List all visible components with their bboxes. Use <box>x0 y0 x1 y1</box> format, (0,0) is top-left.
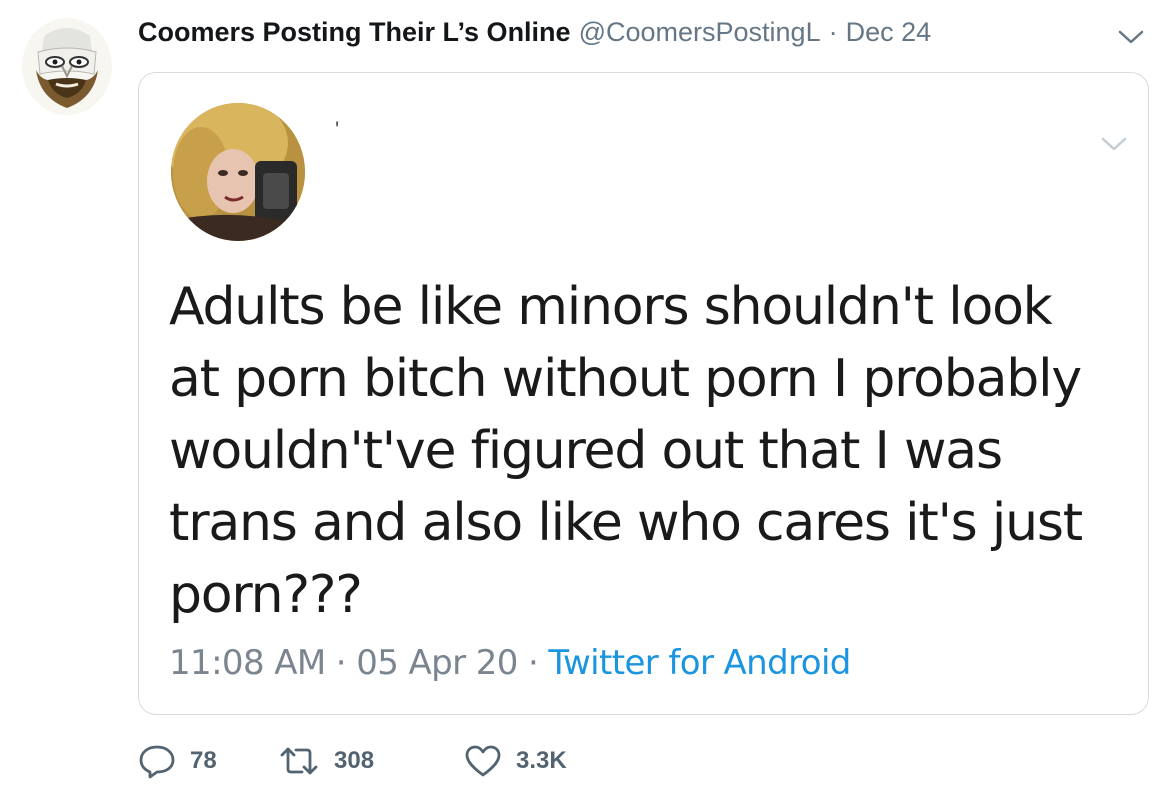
chevron-down-icon <box>1118 30 1144 44</box>
quoted-tweet-time: 11:08 AM <box>169 643 326 683</box>
meta-separator: · <box>325 643 357 683</box>
tweet-header: Coomers Posting Their L’s Online @Coomer… <box>138 12 931 52</box>
quoted-tweet-date: 05 Apr 20 <box>356 643 518 683</box>
quoted-tweet-meta: 11:08 AM · 05 Apr 20 · Twitter for Andro… <box>169 643 851 683</box>
reply-count: 78 <box>190 747 217 774</box>
author-handle[interactable]: @CoomersPostingL <box>579 17 821 48</box>
header-separator: · <box>828 16 838 47</box>
like-button[interactable]: 3.3K <box>464 743 567 779</box>
tweet-actions: 78 308 3.3K <box>138 740 567 782</box>
quoted-author-avatar[interactable] <box>171 103 305 241</box>
reply-icon <box>139 745 175 779</box>
tweet-menu-button[interactable] <box>1114 24 1148 48</box>
quoted-tweet-card[interactable]: ' Adults be like minors shouldn't look a… <box>138 72 1149 715</box>
bearded-face-avatar-icon <box>22 18 112 115</box>
meta-separator: · <box>517 643 549 683</box>
quoted-tweet-client[interactable]: Twitter for Android <box>548 643 851 683</box>
author-avatar[interactable] <box>22 18 112 115</box>
heart-icon <box>465 745 501 777</box>
retweet-button[interactable]: 308 <box>278 743 464 779</box>
retweet-count: 308 <box>334 747 375 774</box>
reply-button[interactable]: 78 <box>138 743 278 779</box>
quoted-tweet-menu-button[interactable] <box>1097 131 1131 155</box>
chevron-down-icon <box>1101 137 1127 151</box>
selfie-photo-icon <box>171 103 305 241</box>
tweet-date[interactable]: Dec 24 <box>846 17 932 48</box>
quoted-tweet-text: Adults be like minors shouldn't look at … <box>169 277 1083 625</box>
retweet-icon <box>280 747 318 775</box>
like-count: 3.3K <box>516 747 567 774</box>
quoted-author-name: ' <box>335 117 340 142</box>
author-display-name[interactable]: Coomers Posting Their L’s Online <box>138 17 571 48</box>
